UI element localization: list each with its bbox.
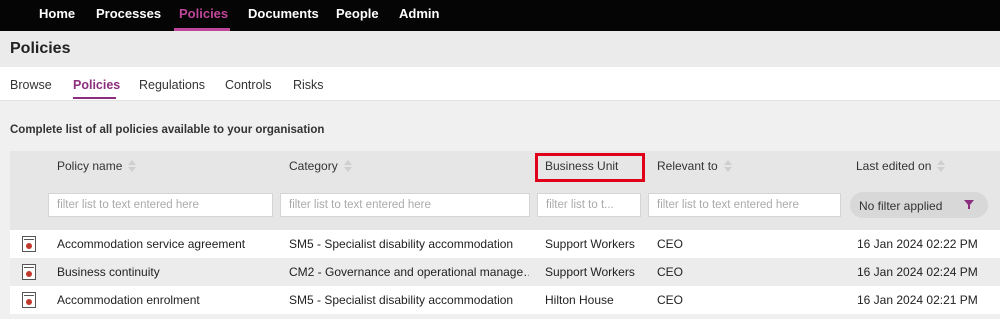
- cell-business-unit: Support Workers: [545, 237, 635, 251]
- sub-nav-tabs: Browse Policies Regulations Controls Ris…: [0, 67, 1000, 101]
- date-filter-dropdown[interactable]: No filter applied: [850, 192, 988, 218]
- column-header-policy-name[interactable]: Policy name: [57, 159, 137, 173]
- sort-arrows-icon: [937, 160, 946, 172]
- column-header-last-edited[interactable]: Last edited on: [856, 159, 946, 173]
- sort-arrows-icon: [343, 160, 352, 172]
- nav-policies[interactable]: Policies: [179, 0, 228, 31]
- column-header-relevant-to[interactable]: Relevant to: [657, 159, 732, 173]
- tab-controls[interactable]: Controls: [225, 78, 272, 92]
- nav-people[interactable]: People: [336, 0, 379, 31]
- cell-last-edited: 16 Jan 2024 02:21 PM: [857, 293, 978, 307]
- filter-relevant-to-input[interactable]: [648, 193, 841, 217]
- column-label: Policy name: [57, 159, 123, 173]
- column-label: Relevant to: [657, 159, 718, 173]
- cell-relevant-to: CEO: [657, 265, 684, 279]
- column-label: Category: [289, 159, 338, 173]
- column-header-category[interactable]: Category: [289, 159, 352, 173]
- tab-active-indicator: [73, 97, 116, 99]
- filter-business-unit-input[interactable]: [537, 193, 641, 217]
- highlight-box: [535, 153, 645, 182]
- filter-policy-name-input[interactable]: [48, 193, 273, 217]
- table-row[interactable]: Accommodation enrolment SM5 - Specialist…: [10, 286, 1000, 314]
- sort-arrows-icon: [723, 160, 732, 172]
- cell-relevant-to: CEO: [657, 293, 684, 307]
- cell-business-unit: Hilton House: [545, 293, 614, 307]
- cell-business-unit: Support Workers: [545, 265, 635, 279]
- cell-relevant-to: CEO: [657, 237, 684, 251]
- tab-regulations[interactable]: Regulations: [139, 78, 205, 92]
- tab-risks[interactable]: Risks: [293, 78, 324, 92]
- page-title: Policies: [10, 40, 71, 57]
- funnel-icon-stem: [968, 205, 970, 209]
- column-label: Last edited on: [856, 159, 932, 173]
- cell-category: SM5 - Specialist disability accommodatio…: [289, 293, 514, 307]
- cell-category: CM2 - Governance and operational manage…: [289, 265, 529, 279]
- table-header: [10, 151, 1000, 231]
- cell-policy-name: Accommodation enrolment: [57, 293, 200, 307]
- title-bar: Policies: [0, 31, 1000, 67]
- sort-arrows-icon: [128, 160, 137, 172]
- table-row[interactable]: Accommodation service agreement SM5 - Sp…: [10, 230, 1000, 258]
- cell-policy-name: Accommodation service agreement: [57, 237, 246, 251]
- top-nav-bar: Home Processes Policies Documents People…: [0, 0, 1000, 31]
- tab-policies[interactable]: Policies: [73, 78, 120, 92]
- date-filter-label: No filter applied: [859, 199, 943, 213]
- cell-category: SM5 - Specialist disability accommodatio…: [289, 237, 514, 251]
- page-description: Complete list of all policies available …: [10, 124, 325, 136]
- table-row[interactable]: Business continuity CM2 - Governance and…: [10, 258, 1000, 286]
- nav-admin[interactable]: Admin: [399, 0, 439, 31]
- nav-processes[interactable]: Processes: [96, 0, 161, 31]
- filter-category-input[interactable]: [280, 193, 530, 217]
- cell-last-edited: 16 Jan 2024 02:24 PM: [857, 265, 978, 279]
- cell-policy-name: Business continuity: [57, 265, 160, 279]
- tab-browse[interactable]: Browse: [10, 78, 52, 92]
- nav-home[interactable]: Home: [39, 0, 75, 31]
- nav-documents[interactable]: Documents: [248, 0, 319, 31]
- policy-document-icon: [22, 292, 36, 308]
- policy-document-icon: [22, 264, 36, 280]
- policy-document-icon: [22, 236, 36, 252]
- cell-last-edited: 16 Jan 2024 02:22 PM: [857, 237, 978, 251]
